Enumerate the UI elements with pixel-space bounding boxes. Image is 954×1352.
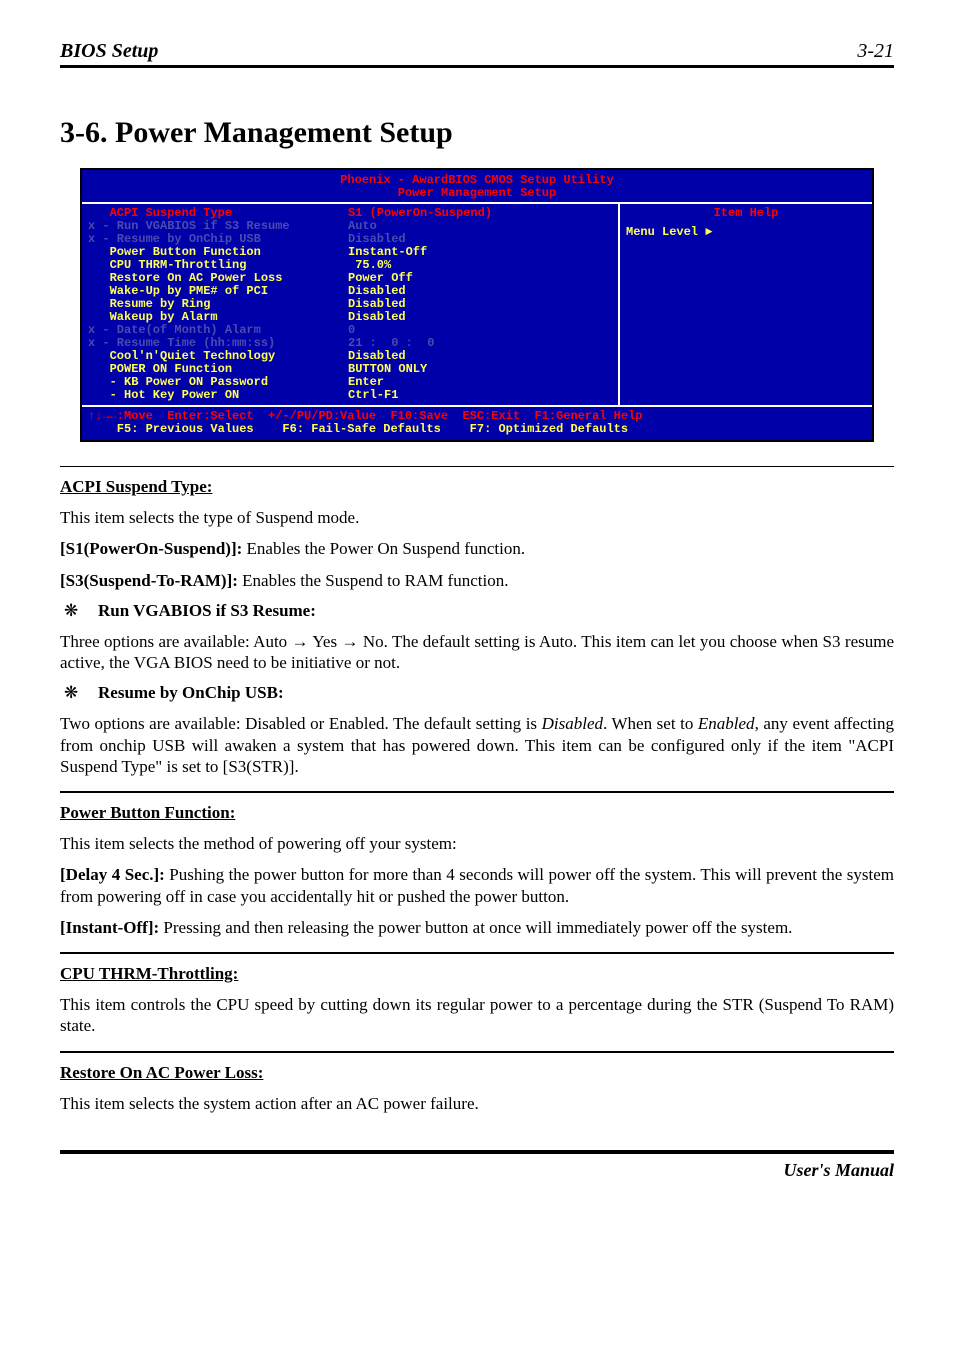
paragraph: This item selects the system action afte… — [60, 1093, 894, 1114]
bios-settings-pane: ACPI Suspend TypeS1 (PowerOn-Suspend)x -… — [82, 204, 620, 405]
italic-text: Disabled — [542, 714, 603, 733]
option-label: [S3(Suspend-To-RAM)]: — [60, 571, 238, 590]
option-label: [Instant-Off]: — [60, 918, 159, 937]
sparkle-icon: ❋ — [60, 601, 98, 621]
bios-setting-row: - Hot Key Power ONCtrl-F1 — [88, 389, 612, 402]
bios-help-pane: Item Help Menu Level ► — [620, 204, 872, 405]
bios-item-help: Item Help — [626, 207, 866, 220]
footer-text: User's Manual — [60, 1160, 894, 1181]
bios-menu-level: Menu Level ► — [626, 220, 866, 239]
section-title: 3-6. Power Management Setup — [60, 116, 894, 150]
bios-main: ACPI Suspend TypeS1 (PowerOn-Suspend)x -… — [82, 202, 872, 407]
option-label: [S1(PowerOn-Suspend)]: — [60, 539, 242, 558]
text: Pressing and then releasing the power bu… — [159, 918, 792, 937]
paragraph: This item selects the method of powering… — [60, 833, 894, 854]
bios-footer-line2: F5: Previous Values F6: Fail-Safe Defaul… — [88, 423, 866, 436]
paragraph: This item selects the type of Suspend mo… — [60, 507, 894, 528]
text: Enables the Power On Suspend function. — [242, 539, 525, 558]
paragraph: Three options are available: Auto → Yes … — [60, 631, 894, 674]
bios-screenshot: Phoenix - AwardBIOS CMOS Setup Utility P… — [80, 168, 874, 442]
header-left: BIOS Setup — [60, 40, 158, 63]
heading-restore-on-ac-power-loss: Restore On AC Power Loss: — [60, 1063, 894, 1083]
paragraph: [Delay 4 Sec.]: Pushing the power button… — [60, 864, 894, 907]
page-header: BIOS Setup 3-21 — [60, 40, 894, 68]
page: BIOS Setup 3-21 3-6. Power Management Se… — [0, 0, 954, 1352]
divider — [60, 1051, 894, 1053]
bullet-row: ❋ Run VGABIOS if S3 Resume: — [60, 601, 894, 621]
bios-setting-value: Disabled — [348, 311, 406, 324]
option-label: [Delay 4 Sec.]: — [60, 865, 165, 884]
bullet-heading: Run VGABIOS if S3 Resume: — [98, 601, 316, 621]
bios-setting-value: Ctrl-F1 — [348, 389, 398, 402]
sparkle-icon: ❋ — [60, 683, 98, 703]
paragraph: This item controls the CPU speed by cutt… — [60, 994, 894, 1037]
divider — [60, 791, 894, 793]
italic-text: Enabled — [698, 714, 755, 733]
text: . When set to — [603, 714, 698, 733]
text: Enables the Suspend to RAM function. — [238, 571, 509, 590]
paragraph: Two options are available: Disabled or E… — [60, 713, 894, 777]
divider — [60, 466, 894, 467]
heading-cpu-thrm-throttling: CPU THRM-Throttling: — [60, 964, 894, 984]
body-text: ACPI Suspend Type: This item selects the… — [60, 466, 894, 1114]
bios-title-line2: Power Management Setup — [82, 187, 872, 200]
paragraph: [S3(Suspend-To-RAM)]: Enables the Suspen… — [60, 570, 894, 591]
header-right: 3-21 — [857, 40, 894, 63]
bullet-heading: Resume by OnChip USB: — [98, 683, 284, 703]
bullet-row: ❋ Resume by OnChip USB: — [60, 683, 894, 703]
bios-setting-label: - Hot Key Power ON — [88, 389, 348, 402]
text: Pushing the power button for more than 4… — [60, 865, 894, 905]
footer-divider — [60, 1150, 894, 1154]
divider — [60, 952, 894, 954]
heading-acpi-suspend-type: ACPI Suspend Type: — [60, 477, 894, 497]
text: Two options are available: Disabled or E… — [60, 714, 542, 733]
bios-footer: ↑↓→←:Move Enter:Select +/-/PU/PD:Value F… — [82, 407, 872, 440]
bios-title: Phoenix - AwardBIOS CMOS Setup Utility P… — [82, 170, 872, 202]
heading-power-button-function: Power Button Function: — [60, 803, 894, 823]
paragraph: [Instant-Off]: Pressing and then releasi… — [60, 917, 894, 938]
paragraph: [S1(PowerOn-Suspend)]: Enables the Power… — [60, 538, 894, 559]
page-footer: User's Manual — [60, 1150, 894, 1181]
